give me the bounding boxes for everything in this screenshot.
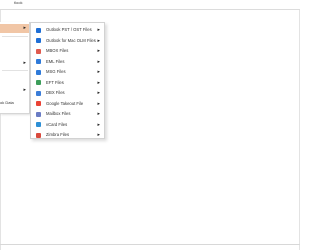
msg-icon — [36, 69, 41, 75]
submenu-item-mbox[interactable]: MBOX Files ▸ — [32, 46, 104, 57]
eft-icon — [36, 80, 41, 85]
submenu-item-label: Zimbra Files — [46, 132, 70, 137]
menu-divider — [2, 70, 28, 71]
chevron-right-icon: ▸ — [23, 25, 26, 31]
submenu-item-google-takeout[interactable]: Google Takeout File ▸ — [32, 99, 104, 110]
chevron-right-icon: ▸ — [97, 27, 100, 33]
title-bar: tlook — [0, 0, 300, 8]
chevron-right-icon: ▸ — [97, 48, 100, 54]
chevron-right-icon: ▸ — [97, 111, 100, 117]
parent-menu-item-open[interactable]: ▸ — [0, 24, 29, 33]
chevron-right-icon: ▸ — [97, 100, 100, 107]
submenu-item-eml[interactable]: EML Files ▸ — [32, 57, 104, 68]
google-icon — [36, 101, 41, 106]
submenu-item-outlook-mac-olm[interactable]: Outlook for Mac OLM Files ▸ — [32, 36, 104, 47]
submenu-item-label: EFT Files — [46, 79, 64, 85]
chevron-right-icon: ▸ — [97, 132, 100, 138]
eml-icon — [36, 59, 41, 64]
mbox-icon — [36, 48, 41, 54]
chevron-right-icon: ▸ — [23, 60, 26, 66]
submenu-item-label: MBOX Files — [46, 48, 69, 53]
submenu-item-vcard[interactable]: vCard Files ▸ — [32, 120, 104, 131]
submenu-item-zimbra[interactable]: Zimbra Files ▸ — [32, 130, 104, 141]
submenu-item-label: EML Files — [46, 58, 65, 64]
submenu-item-label: Outlook for Mac OLM Files — [46, 37, 96, 43]
window-right-edge — [299, 10, 300, 250]
chevron-right-icon: ▸ — [97, 90, 100, 96]
submenu-item-label: MSG Files — [46, 69, 66, 74]
mailbox-icon — [36, 111, 41, 117]
window-bottom-edge — [0, 244, 300, 245]
chevron-right-icon: ▸ — [97, 69, 100, 75]
chevron-right-icon: ▸ — [97, 58, 100, 65]
submenu-item-label: Mailbox Files — [46, 111, 71, 116]
zimbra-icon — [36, 132, 41, 138]
vcard-icon — [36, 122, 41, 127]
window-title: tlook — [14, 0, 23, 5]
submenu-item-label: Google Takeout File — [46, 100, 84, 106]
submenu-item-label: Outlook PST / OST Files — [46, 27, 92, 32]
chevron-right-icon: ▸ — [97, 37, 100, 44]
submenu-item-eft[interactable]: EFT Files ▸ — [32, 78, 104, 89]
title-bar-divider — [0, 9, 300, 10]
submenu-item-label: DBX Files — [46, 90, 65, 95]
chevron-right-icon: ▸ — [97, 79, 100, 86]
submenu-item-outlook-pst-ost[interactable]: Outlook PST / OST Files ▸ — [32, 25, 104, 36]
submenu-item-mailbox[interactable]: Mailbox Files ▸ — [32, 109, 104, 120]
parent-menu-item[interactable]: ▸ — [0, 59, 29, 68]
parent-menu-item[interactable]: ▸ — [0, 86, 29, 95]
submenu-item-dbx[interactable]: DBX Files ▸ — [32, 88, 104, 99]
parent-menu-item-data[interactable]: ok Data — [0, 98, 29, 107]
menu-divider — [2, 36, 28, 37]
outlook-mac-icon — [36, 38, 41, 43]
submenu-item-label: vCard Files — [46, 121, 68, 127]
parent-menu-item-label: ok Data — [0, 100, 14, 105]
chevron-right-icon: ▸ — [97, 121, 100, 128]
parent-menu: ▸ ▸ ▸ ok Data — [0, 22, 30, 114]
submenu-item-msg[interactable]: MSG Files ▸ — [32, 67, 104, 78]
export-format-submenu: Outlook PST / OST Files ▸ Outlook for Ma… — [30, 22, 105, 139]
outlook-icon — [36, 27, 41, 33]
dbx-icon — [36, 90, 41, 96]
chevron-right-icon: ▸ — [23, 87, 26, 93]
